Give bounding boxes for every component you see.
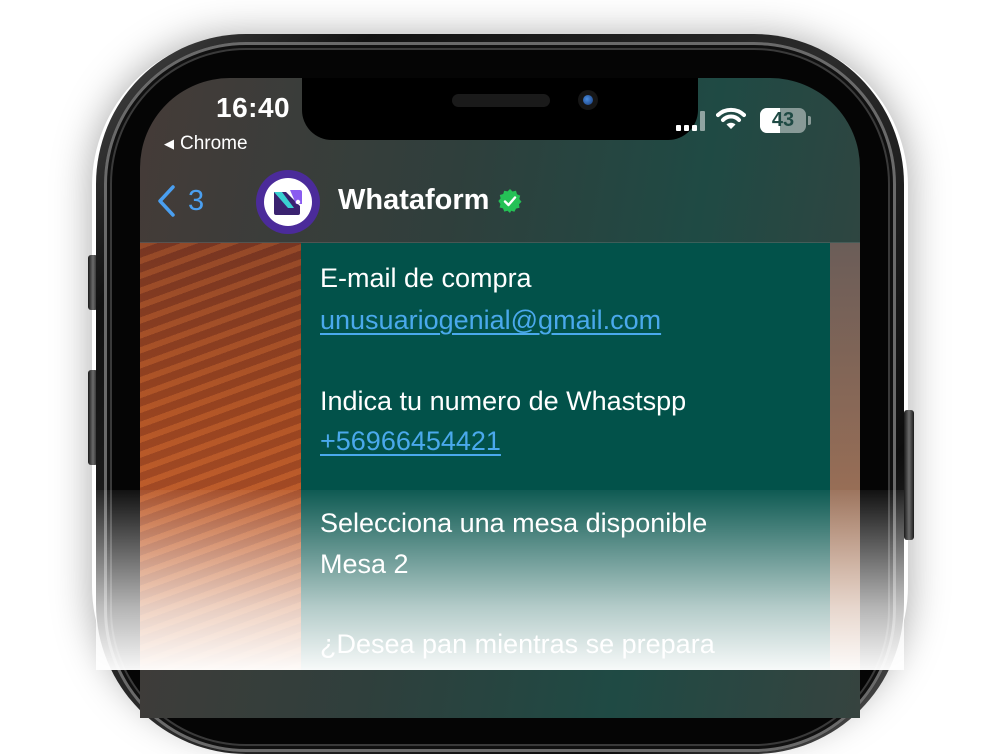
email-link[interactable]: unusuariogenial@gmail.com — [320, 305, 661, 336]
field-label-table: Selecciona una mesa disponible — [320, 508, 708, 538]
unread-count: 3 — [188, 184, 205, 217]
avatar-logo-bg — [264, 178, 312, 226]
back-app-label: Chrome — [180, 133, 248, 154]
back-triangle-icon: ◀ — [164, 136, 174, 151]
phone-notch — [302, 78, 698, 140]
contact-name-button[interactable]: Whataform — [338, 184, 523, 217]
back-button[interactable]: 3 — [156, 184, 204, 218]
battery-level: 43 — [771, 109, 795, 131]
phone-side-button-power — [904, 410, 914, 540]
camera-lens — [583, 95, 593, 105]
contact-avatar[interactable] — [256, 170, 320, 234]
cellular-signal-icon — [676, 111, 705, 131]
earpiece-speaker — [452, 94, 550, 107]
status-time: 16:40 — [216, 92, 291, 123]
field-value-table: Mesa 2 — [320, 549, 409, 579]
field-label-email: E-mail de compra — [320, 263, 532, 293]
chat-wallpaper-edge — [830, 243, 860, 670]
back-to-app-link[interactable]: ◀ Chrome — [164, 133, 248, 155]
whataform-logo-icon — [274, 190, 302, 215]
wifi-icon — [716, 106, 746, 135]
field-label-whatsapp: Indica tu numero de Whastspp — [320, 386, 687, 416]
phone-number-link[interactable]: +56966454421 — [320, 426, 501, 457]
verified-badge-icon — [498, 188, 522, 213]
field-label-bread: ¿Desea pan mientras se prepara — [320, 629, 715, 659]
contact-name: Whataform — [338, 184, 490, 216]
chevron-left-icon — [158, 185, 175, 217]
battery-tip — [808, 116, 811, 125]
battery-icon: 43 — [760, 108, 806, 133]
header-divider — [140, 242, 860, 243]
